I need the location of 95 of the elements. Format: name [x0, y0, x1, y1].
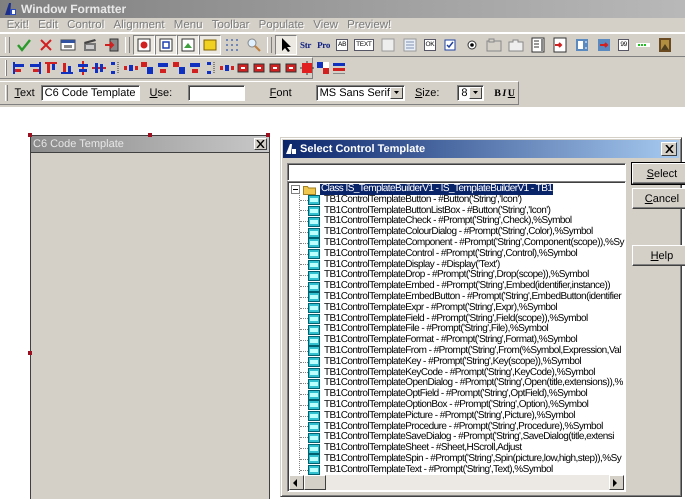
control-icon: [308, 465, 320, 475]
dialog-button[interactable]: Cancel: [632, 188, 685, 209]
form-title: C6 Code Template: [33, 138, 124, 150]
control-icon: [308, 324, 320, 335]
tree-item[interactable]: TB1ControlTemplateControl - #Prompt('String',Control),%Symbol: [323, 248, 578, 260]
control-icon: [308, 432, 320, 443]
italic-button[interactable]: I: [500, 88, 508, 98]
control-icon: [308, 260, 320, 270]
control-icon: [308, 249, 320, 260]
control-icon: [308, 357, 320, 368]
app-logo-icon: [285, 143, 297, 155]
use-label: Use:: [150, 87, 172, 99]
tree-item[interactable]: TB1ControlTemplateFormat - #Prompt('String',Format),%Symbol: [323, 335, 578, 346]
tree-item[interactable]: TB1ControlTemplateComponent - #Prompt('String',Component(scope)),%Sy: [323, 238, 625, 249]
tree-item[interactable]: TB1ControlTemplateExpr - #Prompt('String',Expr),%Symbol: [323, 302, 558, 314]
tree-item[interactable]: TB1ControlTemplateColourDialog - #Prompt('String',Color),%Symbol: [323, 227, 594, 238]
tree-item[interactable]: TB1ControlTemplateField - #Prompt('String',Field(scope)),%Symbol: [323, 314, 589, 324]
control-icon: [308, 400, 320, 410]
control-icon: [308, 390, 320, 400]
scroll-thumb[interactable]: [304, 475, 326, 490]
control-icon: [308, 454, 320, 464]
tree-item[interactable]: TB1ControlTemplateOpenDialog - #Prompt('String',Open(title,extensions)),%: [323, 378, 624, 390]
tree-item[interactable]: TB1ControlTemplateProcedure - #Prompt('String',Procedure),%Symbol: [323, 422, 604, 432]
window-icon[interactable]: [199, 35, 221, 55]
tree-item[interactable]: TB1ControlTemplateOptField - #Prompt('String',OptField),%Symbol: [323, 389, 588, 400]
control-icon: [308, 411, 320, 422]
dialog-title: Select Control Template: [300, 143, 426, 155]
size-label: Size:: [414, 87, 440, 99]
control-icon: [308, 282, 320, 292]
window-icon[interactable]: [133, 35, 155, 55]
tree-item[interactable]: TB1ControlTemplatePicture - #Prompt('String',Picture),%Symbol: [323, 410, 576, 422]
align-icon[interactable]: [315, 59, 331, 77]
align-icon[interactable]: [171, 59, 187, 77]
close-icon[interactable]: [664, 145, 674, 153]
underline-button[interactable]: U: [508, 88, 515, 98]
window-title: Window Formatter: [21, 2, 126, 16]
tree-item[interactable]: TB1ControlTemplateSaveDialog - #Prompt('String',SaveDialog(title,extensi: [323, 432, 615, 444]
tree-item[interactable]: TB1ControlTemplateDrop - #Prompt('String',Drop(scope)),%Symbol: [323, 270, 590, 282]
tree-item[interactable]: TB1ControlTemplateCheck - #Prompt('String',Check),%Symbol: [323, 216, 573, 228]
font-dropdown[interactable]: MS Sans Serif: [316, 85, 405, 101]
tree-item[interactable]: TB1ControlTemplateFrom - #Prompt('String',From(%Symbol,Expression,Val: [323, 346, 622, 357]
tree-item[interactable]: Class IS_TemplateBuilderV1 - IS_TemplateBuilderV1 - TB1: [320, 184, 554, 195]
control-icon: [308, 228, 320, 238]
align-icon[interactable]: [27, 59, 43, 77]
control-icon: [308, 314, 320, 324]
control-icon: [308, 303, 320, 314]
control-icon: [308, 195, 320, 206]
tree-item[interactable]: TB1ControlTemplateButtonListBox - #Button('String','Icon'): [323, 206, 552, 216]
control-icon: [308, 378, 320, 389]
control-icon: [308, 346, 320, 356]
folder-icon: [303, 184, 317, 195]
scroll-right-icon[interactable]: [612, 478, 618, 486]
dialog-button[interactable]: Help: [632, 245, 685, 266]
window-icon[interactable]: [155, 35, 177, 55]
tree-item[interactable]: TB1ControlTemplateOptionBox - #Prompt('String',Option),%Symbol: [323, 400, 590, 411]
tree-item[interactable]: TB1ControlTemplateFile - #Prompt('String',File),%Symbol: [323, 324, 550, 336]
tree-item[interactable]: TB1ControlTemplateEmbedButton - #Prompt('String',EmbedButton(identifier: [323, 292, 622, 303]
tree-item[interactable]: TB1ControlTemplateKeyCode - #Prompt('String',KeyCode),%Symbol: [323, 368, 596, 378]
align-icon[interactable]: [75, 59, 91, 77]
control-icon: [308, 444, 320, 454]
tree-item[interactable]: TB1ControlTemplateButton - #Button('String','Icon'): [323, 194, 522, 206]
search-field[interactable]: [287, 163, 626, 181]
control-icon: [308, 336, 320, 346]
control-icon: [308, 422, 320, 432]
horizontal-scrollbar[interactable]: [289, 475, 624, 490]
control-icon: [308, 368, 320, 378]
tree-item[interactable]: TB1ControlTemplateEmbed - #Prompt('String',Embed(identifier,instance)): [323, 281, 612, 292]
control-icon: [308, 216, 320, 227]
use-field[interactable]: [188, 85, 245, 101]
text-label: Text: [14, 87, 35, 99]
dialog-button[interactable]: Select: [632, 163, 685, 184]
tree-item[interactable]: TB1ControlTemplateSheet - #Sheet,HScroll,Adjust: [323, 443, 523, 454]
control-icon: [308, 292, 320, 302]
tree-item[interactable]: TB1ControlTemplateKey - #Prompt('String',Key(scope)),%Symbol: [323, 356, 582, 368]
align-icon[interactable]: [139, 59, 155, 77]
text-field[interactable]: C6 Code Template: [40, 85, 140, 101]
tree-item[interactable]: TB1ControlTemplateDisplay - #Display('Text'): [323, 260, 501, 270]
window-icon[interactable]: [177, 35, 199, 55]
control-icon: [308, 270, 320, 281]
app-logo-icon: [3, 2, 17, 16]
font-label: Font: [270, 87, 292, 99]
close-button[interactable]: [661, 142, 677, 156]
control-icon: [308, 238, 320, 248]
size-dropdown[interactable]: 8: [457, 85, 484, 101]
align-icon[interactable]: [11, 59, 27, 77]
toolbar-button[interactable]: Str: [297, 35, 314, 55]
cursor-icon[interactable]: [275, 35, 297, 55]
toolbar-button[interactable]: Pro: [314, 35, 334, 55]
tree-item[interactable]: TB1ControlTemplateSpin - #Prompt('String',Spin(picture,low,high,step)),%Sy: [323, 454, 622, 465]
control-icon: [308, 206, 320, 216]
align-icon[interactable]: [299, 59, 315, 77]
tree-item[interactable]: TB1ControlTemplateText - #Prompt('String',Text),%Symbol: [323, 464, 554, 475]
scroll-left-icon[interactable]: [292, 478, 298, 486]
bold-button[interactable]: B: [494, 88, 501, 98]
collapse-icon[interactable]: [291, 184, 300, 194]
